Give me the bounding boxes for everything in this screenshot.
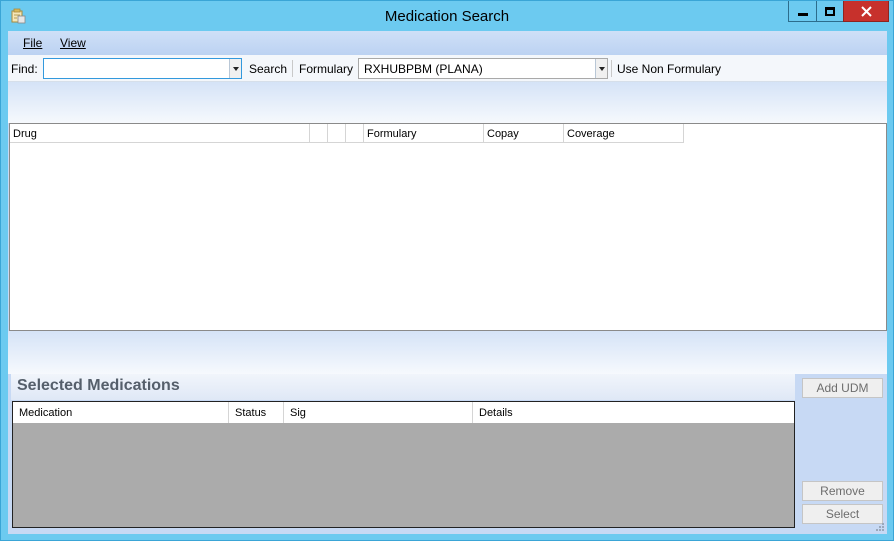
column-header-blank-2[interactable] [328,124,346,143]
resize-grip-icon[interactable] [875,522,885,532]
find-label: Find: [11,62,38,76]
find-input[interactable] [44,59,230,78]
column-header-formulary[interactable]: Formulary [364,124,484,143]
column-header-status[interactable]: Status [229,402,284,423]
filter-band [8,82,887,123]
formulary-label: Formulary [299,62,354,76]
selected-medications-header: Selected Medications [11,374,795,400]
column-header-blank-1[interactable] [310,124,328,143]
column-header-details[interactable]: Details [473,402,794,423]
selected-medications-table-header: Medication Status Sig Details [13,402,794,423]
drug-results-table[interactable]: Drug Formulary Copay Coverage [9,123,887,331]
column-header-blank-3[interactable] [346,124,364,143]
remove-button[interactable]: Remove [802,481,883,501]
toolbar-separator [611,60,612,77]
maximize-button[interactable] [816,1,843,22]
minimize-icon [797,12,808,16]
close-button[interactable] [843,1,889,22]
formulary-dropdown-button[interactable] [595,59,607,78]
chevron-down-icon [598,66,605,71]
find-combobox[interactable] [43,58,242,79]
menu-view-label: View [60,36,86,50]
find-dropdown-button[interactable] [229,59,241,78]
formulary-select[interactable]: RXHUBPBM (PLANA) [358,58,608,79]
formulary-value: RXHUBPBM (PLANA) [364,62,483,76]
window-title: Medication Search [384,8,510,25]
maximize-icon [825,6,835,16]
drug-table-header: Drug Formulary Copay Coverage [10,124,684,143]
column-header-sig[interactable]: Sig [284,402,473,423]
menu-bar: File View [8,31,887,55]
close-icon [860,5,872,17]
menu-file[interactable]: File [23,36,42,50]
column-header-coverage[interactable]: Coverage [564,124,684,143]
column-header-copay[interactable]: Copay [484,124,564,143]
menu-view[interactable]: View [60,36,86,50]
select-button[interactable]: Select [802,504,883,524]
minimize-button[interactable] [788,1,816,22]
chevron-down-icon [232,66,239,71]
search-button[interactable]: Search [249,62,287,76]
column-header-drug[interactable]: Drug [10,124,310,143]
medication-search-window: Medication Search File View Find: Search… [0,0,894,541]
selected-medications-table[interactable]: Medication Status Sig Details [12,401,795,528]
toolbar-separator [292,60,293,77]
add-udm-button[interactable]: Add UDM [802,378,883,398]
separator-band [8,331,887,374]
title-bar[interactable]: Medication Search [1,1,893,31]
menu-file-label: File [23,36,43,50]
selected-medications-title: Selected Medications [17,377,180,394]
client-area: File View Find: Search Formulary RXHUBPB… [8,31,887,534]
column-header-medication[interactable]: Medication [13,402,229,423]
use-non-formulary-button[interactable]: Use Non Formulary [617,62,721,76]
search-toolbar: Find: Search Formulary RXHUBPBM (PLANA) … [8,55,887,82]
